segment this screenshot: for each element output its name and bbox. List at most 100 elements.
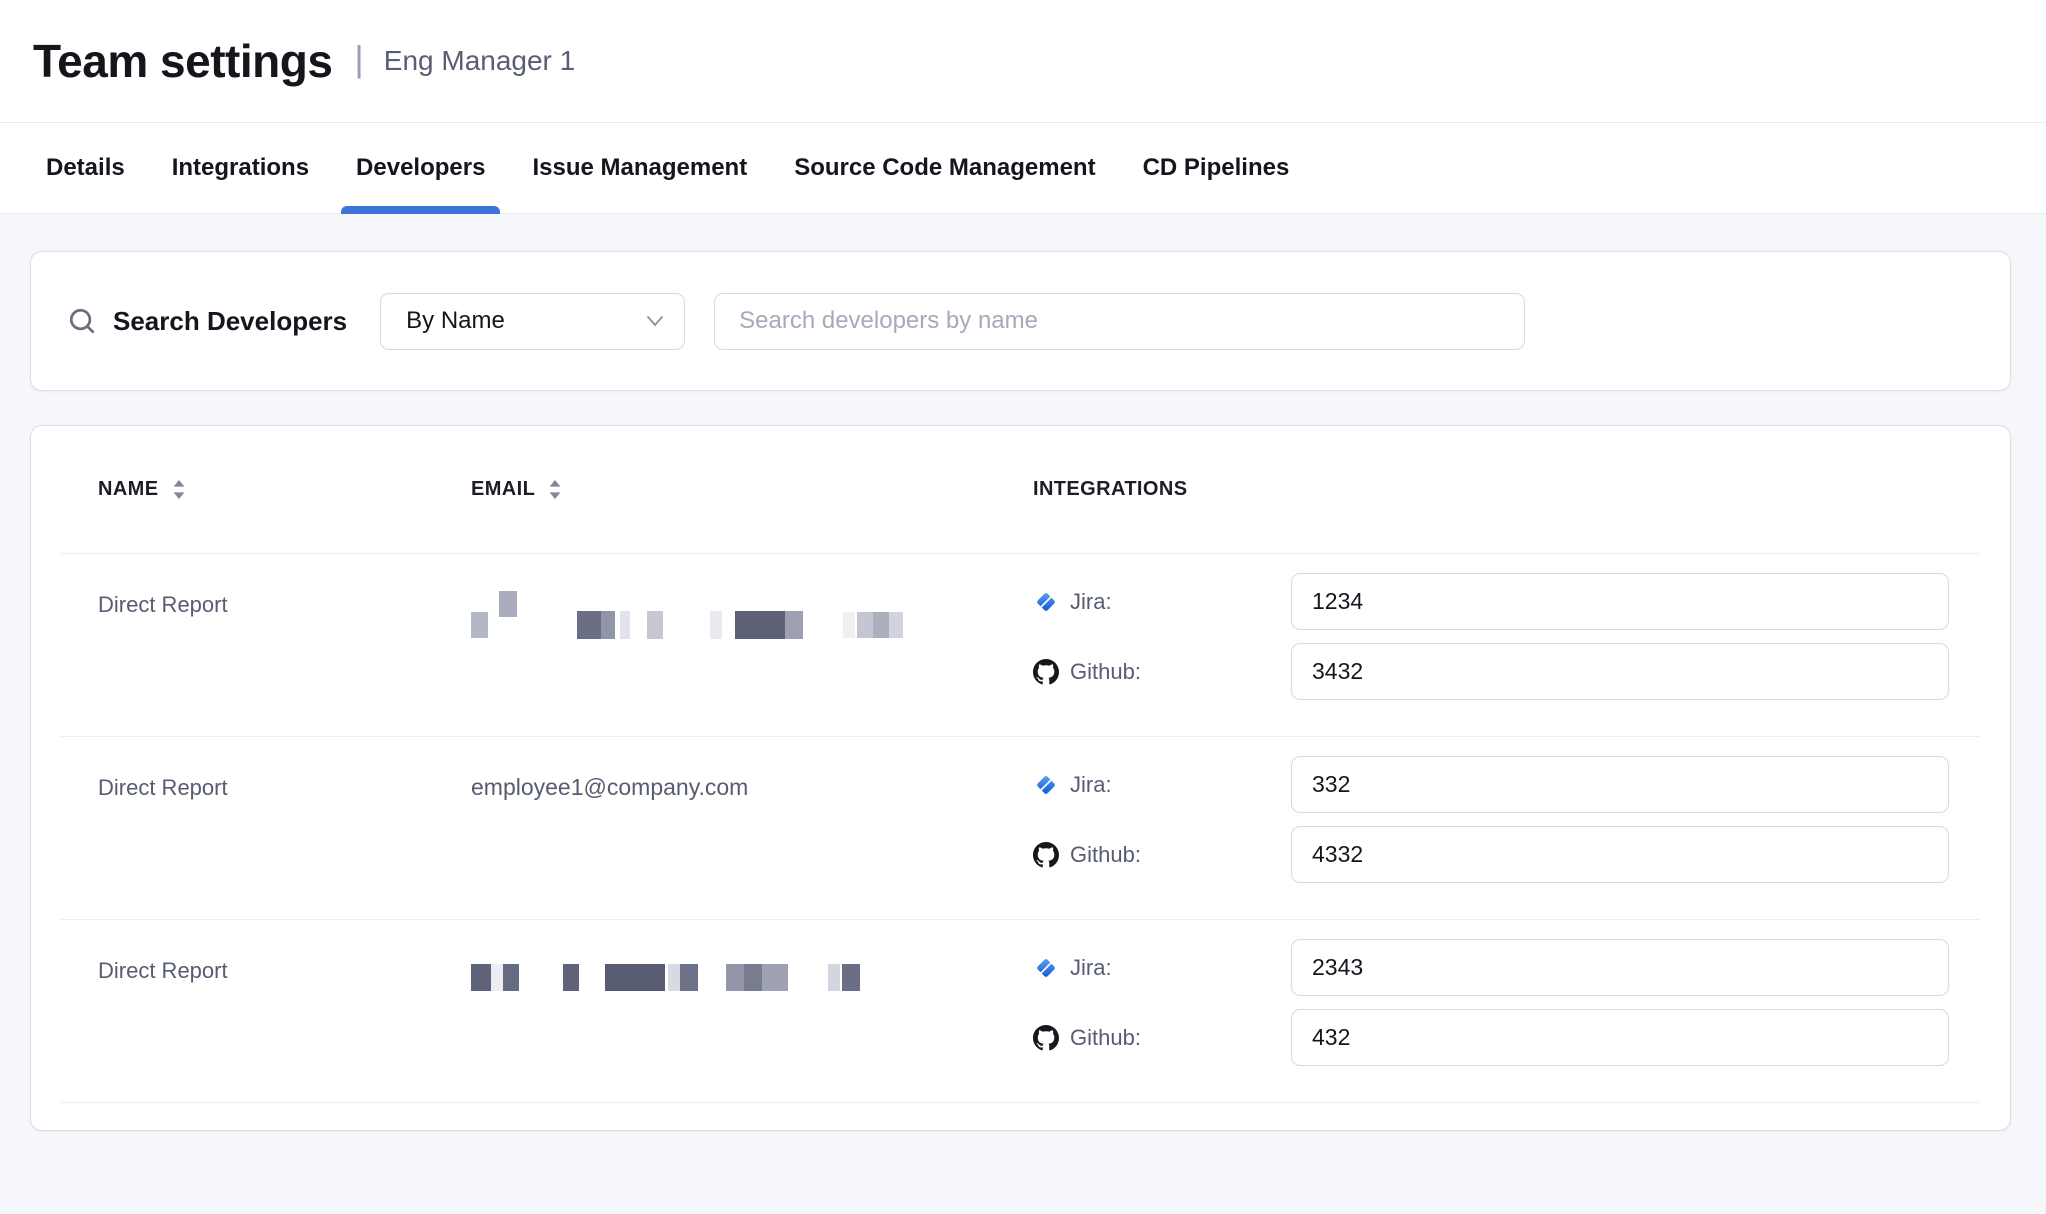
tab-details[interactable]: Details <box>31 123 140 213</box>
redaction-block <box>828 964 840 991</box>
jira-label-group: Jira: <box>1033 772 1291 798</box>
github-label: Github: <box>1070 842 1141 868</box>
redaction-block <box>735 611 785 639</box>
jira-integration-row: Jira: <box>1033 573 1949 630</box>
email-column-label: EMAIL <box>471 478 535 501</box>
redaction-block <box>843 612 855 638</box>
developer-name-cell: Direct Report <box>98 920 471 1102</box>
page-title: Team settings <box>33 34 332 88</box>
tab-issue-management[interactable]: Issue Management <box>517 123 762 213</box>
github-icon <box>1033 842 1059 868</box>
redaction-block <box>499 591 517 617</box>
sort-icon-name[interactable] <box>171 478 187 501</box>
tab-cd-pipelines[interactable]: CD Pipelines <box>1128 123 1305 213</box>
jira-id-input[interactable] <box>1291 573 1949 630</box>
column-header-name[interactable]: NAME <box>98 478 471 501</box>
jira-integration-row: Jira: <box>1033 939 1949 996</box>
jira-label: Jira: <box>1070 955 1112 981</box>
redacted-email <box>471 957 1033 991</box>
tab-integrations[interactable]: Integrations <box>157 123 324 213</box>
chevron-down-icon <box>646 315 664 327</box>
github-icon <box>1033 1025 1059 1051</box>
developer-name: Direct Report <box>98 958 228 983</box>
redaction-block <box>785 611 803 639</box>
table-rows: Direct Report Jira: <box>61 554 1980 1103</box>
tab-source-code-management[interactable]: Source Code Management <box>779 123 1110 213</box>
developer-name: Direct Report <box>98 592 228 617</box>
search-icon <box>67 306 98 337</box>
integrations-cell: Jira: Github: <box>1033 920 1980 1102</box>
redaction-block <box>471 612 488 638</box>
github-id-input[interactable] <box>1291 643 1949 700</box>
search-filter-select[interactable]: By Name <box>380 293 685 350</box>
jira-id-input[interactable] <box>1291 756 1949 813</box>
jira-label-group: Jira: <box>1033 589 1291 615</box>
developer-email-cell: employee1@company.com <box>471 737 1033 919</box>
name-column-label: NAME <box>98 478 159 501</box>
github-id-input[interactable] <box>1291 826 1949 883</box>
integrations-cell: Jira: Github: <box>1033 554 1980 736</box>
integrations-cell: Jira: Github: <box>1033 737 1980 919</box>
developer-email: employee1@company.com <box>471 774 748 800</box>
github-label: Github: <box>1070 1025 1141 1051</box>
jira-label-group: Jira: <box>1033 955 1291 981</box>
jira-icon <box>1033 955 1059 981</box>
search-developers-label: Search Developers <box>113 306 347 337</box>
redaction-block <box>726 964 744 991</box>
title-separator: | <box>354 38 363 80</box>
column-header-email[interactable]: EMAIL <box>471 478 1033 501</box>
tab-bar: Details Integrations Developers Issue Ma… <box>0 123 2046 214</box>
github-label-group: Github: <box>1033 842 1291 868</box>
redaction-block <box>744 964 762 991</box>
redaction-block <box>842 964 860 991</box>
redaction-block <box>857 612 873 638</box>
search-panel: Search Developers By Name <box>30 251 2011 391</box>
redaction-block <box>680 964 698 991</box>
integrations-column-label: INTEGRATIONS <box>1033 478 1187 501</box>
jira-icon <box>1033 772 1059 798</box>
sort-icon-email[interactable] <box>547 478 563 501</box>
redaction-block <box>577 611 601 639</box>
github-label: Github: <box>1070 659 1141 685</box>
github-id-input[interactable] <box>1291 1009 1949 1066</box>
redaction-block <box>620 611 630 639</box>
redaction-block <box>889 612 903 638</box>
jira-label: Jira: <box>1070 772 1112 798</box>
redaction-block <box>647 611 663 639</box>
team-name: Eng Manager 1 <box>384 45 575 77</box>
tab-developers[interactable]: Developers <box>341 123 500 213</box>
redaction-block <box>563 964 579 991</box>
search-developers-input[interactable] <box>714 293 1525 350</box>
redaction-block <box>668 964 680 991</box>
developers-table: NAME EMAIL <box>30 425 2011 1131</box>
developer-name-cell: Direct Report <box>98 737 471 919</box>
table-row: Direct Report Jira: <box>61 554 1980 737</box>
redaction-block <box>601 611 615 639</box>
redaction-block <box>873 612 889 638</box>
redaction-block <box>710 611 722 639</box>
search-filter-value: By Name <box>406 307 505 335</box>
redaction-block <box>762 964 788 991</box>
table-row: Direct Report employee1@company.com Jira… <box>61 737 1980 920</box>
redaction-block <box>605 964 665 991</box>
github-label-group: Github: <box>1033 1025 1291 1051</box>
search-label-group: Search Developers <box>67 306 347 337</box>
table-header-row: NAME EMAIL <box>61 426 1980 554</box>
jira-icon <box>1033 589 1059 615</box>
page-header: Team settings | Eng Manager 1 <box>0 0 2046 123</box>
content-area: Search Developers By Name NAME <box>0 214 2046 1214</box>
developer-email-cell <box>471 920 1033 1102</box>
jira-id-input[interactable] <box>1291 939 1949 996</box>
github-integration-row: Github: <box>1033 1009 1949 1066</box>
redaction-block <box>471 964 491 991</box>
redacted-email <box>471 591 1033 639</box>
github-integration-row: Github: <box>1033 826 1949 883</box>
github-icon <box>1033 659 1059 685</box>
table-row: Direct Report Jira: <box>61 920 1980 1103</box>
github-label-group: Github: <box>1033 659 1291 685</box>
redaction-block <box>503 964 519 991</box>
column-header-integrations: INTEGRATIONS <box>1033 478 1980 501</box>
developer-email-cell <box>471 554 1033 736</box>
jira-label: Jira: <box>1070 589 1112 615</box>
team-settings-page: Team settings | Eng Manager 1 Details In… <box>0 0 2046 1214</box>
